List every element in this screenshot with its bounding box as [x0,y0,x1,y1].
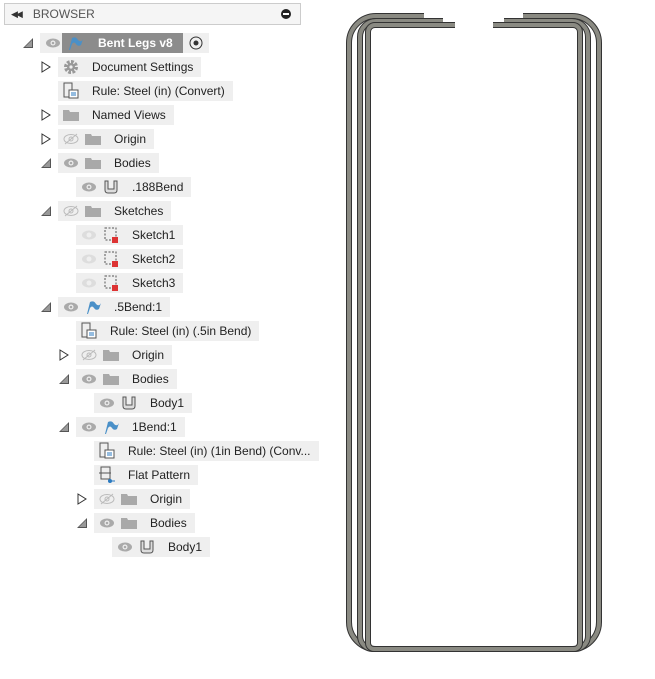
canvas-viewport[interactable] [0,0,655,679]
sheet-metal-parts [346,13,602,652]
outer-bent-leg [346,13,602,652]
middle-bent-leg [357,18,591,652]
inner-bent-leg [365,22,583,652]
